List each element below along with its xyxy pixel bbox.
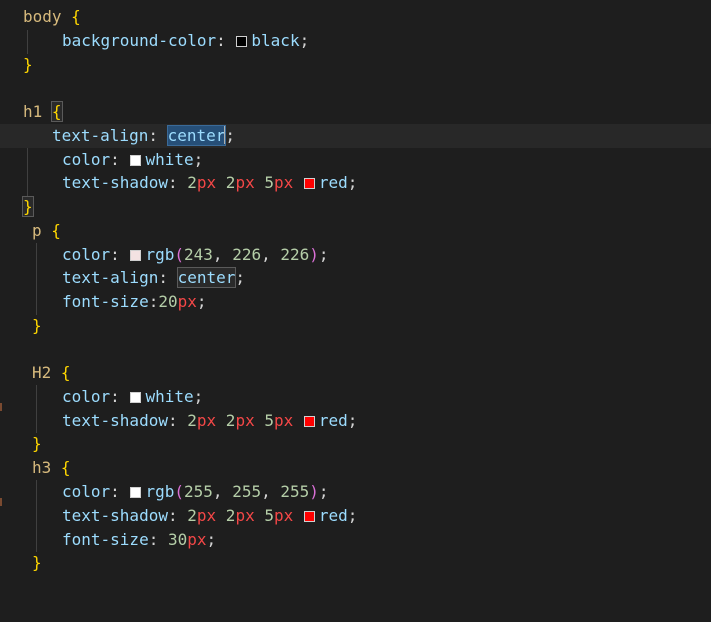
css-property: text-align — [52, 126, 149, 145]
css-property: text-shadow — [62, 411, 168, 430]
close-brace: } — [32, 434, 42, 453]
css-selector: H2 — [32, 363, 52, 382]
code-line[interactable]: body { — [0, 5, 711, 29]
code-line[interactable]: } — [0, 53, 711, 77]
open-brace: { — [50, 101, 63, 122]
selected-text: center — [166, 125, 227, 146]
css-selector: p — [32, 221, 42, 240]
css-selector: h1 — [23, 102, 43, 121]
code-line[interactable]: H2 { — [0, 361, 711, 385]
css-selector: h3 — [32, 458, 52, 477]
code-editor[interactable]: body { background-color: black; } h1 { t… — [0, 0, 711, 576]
css-property: text-align — [62, 268, 159, 287]
css-property: font-size — [62, 292, 149, 311]
highlighted-match: center — [176, 267, 237, 288]
css-value: red — [318, 173, 348, 192]
open-brace: { — [60, 458, 71, 477]
code-line[interactable]: color: white; — [0, 385, 711, 409]
color-swatch[interactable] — [303, 416, 315, 427]
code-line[interactable]: text-shadow: 2px 2px 5px red; — [0, 409, 711, 433]
css-property: color — [62, 245, 111, 264]
close-brace: } — [32, 316, 42, 335]
css-property: color — [62, 150, 111, 169]
color-swatch[interactable] — [130, 487, 142, 498]
code-line[interactable]: } — [0, 195, 711, 219]
css-value: red — [318, 411, 348, 430]
close-brace: } — [32, 553, 42, 572]
code-line[interactable]: text-shadow: 2px 2px 5px red; — [0, 504, 711, 528]
color-swatch[interactable] — [130, 250, 142, 261]
close-brace: } — [22, 196, 34, 217]
code-line[interactable]: background-color: black; — [0, 29, 711, 53]
color-swatch[interactable] — [130, 155, 142, 166]
css-value: black — [251, 31, 300, 50]
color-swatch[interactable] — [303, 178, 315, 189]
code-line[interactable]: } — [0, 432, 711, 456]
css-property: text-shadow — [62, 506, 168, 525]
css-property: font-size — [62, 530, 149, 549]
code-line[interactable]: font-size: 30px; — [0, 528, 711, 552]
color-swatch[interactable] — [236, 36, 248, 47]
open-brace: { — [60, 363, 71, 382]
css-property: background-color — [62, 31, 217, 50]
open-brace: { — [71, 7, 81, 26]
code-line[interactable]: text-shadow: 2px 2px 5px red; — [0, 171, 711, 195]
code-line[interactable]: color: white; — [0, 148, 711, 172]
code-line[interactable]: h1 { — [0, 100, 711, 124]
code-line-current[interactable]: text-align: center; — [0, 124, 711, 148]
open-brace: { — [51, 221, 61, 240]
code-line[interactable]: font-size:20px; — [0, 290, 711, 314]
css-value: white — [145, 387, 194, 406]
code-line[interactable]: p { — [0, 219, 711, 243]
close-brace: } — [23, 55, 33, 74]
css-property: text-shadow — [62, 173, 168, 192]
code-line[interactable]: color: rgb(255, 255, 255); — [0, 480, 711, 504]
color-swatch[interactable] — [303, 511, 315, 522]
code-line[interactable]: text-align: center; — [0, 266, 711, 290]
css-value: white — [145, 150, 194, 169]
css-value: red — [318, 506, 348, 525]
code-line[interactable]: } — [0, 551, 711, 575]
code-line[interactable]: color: rgb(243, 226, 226); — [0, 243, 711, 267]
color-swatch[interactable] — [130, 392, 142, 403]
css-selector: body — [23, 7, 62, 26]
code-line[interactable]: } — [0, 314, 711, 338]
css-property: color — [62, 387, 111, 406]
code-line[interactable]: h3 { — [0, 456, 711, 480]
css-property: color — [62, 482, 111, 501]
